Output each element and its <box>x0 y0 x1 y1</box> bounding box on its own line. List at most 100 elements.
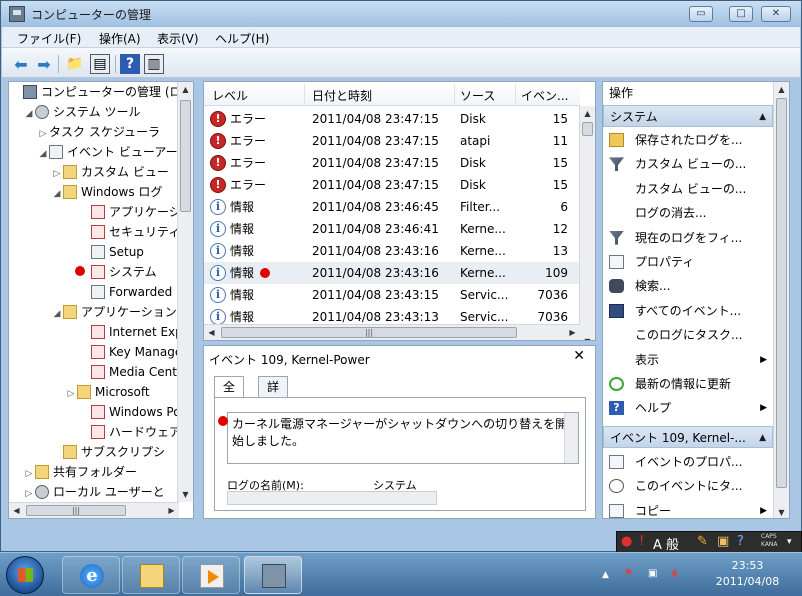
event-row[interactable]: ! エラー 2011/04/08 23:47:15 Disk 15 <box>204 152 580 174</box>
system-clock[interactable]: 23:53 2011/04/08 <box>700 558 795 590</box>
action-item[interactable]: 保存されたログを... <box>603 128 773 152</box>
scroll-up-icon[interactable]: ▲ <box>774 82 789 97</box>
action-item[interactable]: ログの消去... <box>603 201 773 225</box>
event-row[interactable]: i 情報 2011/04/08 23:46:41 Kerne... 12 <box>204 218 580 240</box>
expander-icon[interactable]: ◢ <box>51 184 63 204</box>
event-row[interactable]: ! エラー 2011/04/08 23:47:15 Disk 15 <box>204 174 580 196</box>
scroll-down-icon[interactable]: ▼ <box>178 487 193 502</box>
network-icon[interactable]: ▣ <box>648 568 662 582</box>
column-separator[interactable] <box>304 84 305 104</box>
column-event-id[interactable]: イベン... <box>521 87 568 104</box>
tree-item[interactable]: Key Manage <box>79 342 182 362</box>
tab-general[interactable]: 全般 <box>214 376 245 414</box>
event-row[interactable]: ! エラー 2011/04/08 23:47:15 Disk 15 <box>204 108 580 130</box>
minimize-button[interactable]: ▭ <box>689 6 713 22</box>
tree-item[interactable]: システム <box>79 262 157 282</box>
menu-help[interactable]: ヘルプ(H) <box>215 30 269 47</box>
expander-icon[interactable]: ▷ <box>23 464 35 484</box>
tree-vertical-scrollbar[interactable]: ▲ ▼ <box>177 82 193 502</box>
maximize-button[interactable]: □ <box>729 6 753 22</box>
scroll-right-icon[interactable]: ▶ <box>164 503 179 518</box>
show-hide-action-icon[interactable]: ▥ <box>144 54 164 74</box>
action-center-icon[interactable]: ⚑ <box>624 568 638 582</box>
event-row[interactable]: i 情報 2011/04/08 23:46:45 Filter... 6 <box>204 196 580 218</box>
event-description[interactable]: カーネル電源マネージャーがシャットダウンへの切り替えを開始しました。 <box>227 412 579 464</box>
description-scrollbar[interactable] <box>564 413 578 463</box>
ime-pad-icon[interactable]: ! <box>639 534 644 549</box>
help-icon[interactable]: ? <box>120 54 140 74</box>
taskbar-internet-explorer[interactable]: e <box>62 556 120 594</box>
taskbar-windows-explorer[interactable] <box>122 556 180 594</box>
column-separator[interactable] <box>454 84 455 104</box>
events-horizontal-scrollbar[interactable]: ◀ ||| ▶ <box>204 324 580 340</box>
tree-item[interactable]: ▷ Microsoft <box>65 382 150 402</box>
scroll-left-icon[interactable]: ◀ <box>9 503 24 518</box>
action-item[interactable]: イベントのプロパ... <box>603 450 773 474</box>
scroll-up-icon[interactable]: ▲ <box>580 106 595 121</box>
action-item[interactable]: このイベントにタ... <box>603 474 773 498</box>
close-icon[interactable]: ✕ <box>573 348 585 364</box>
ime-input-mode[interactable]: A 般 <box>653 534 679 553</box>
scroll-thumb[interactable] <box>582 122 593 136</box>
expander-icon[interactable]: ◢ <box>23 104 35 124</box>
tree-item[interactable]: Internet Exp <box>79 322 183 342</box>
tree-item[interactable]: ◢ アプリケーション <box>51 302 177 322</box>
expander-icon[interactable]: ▷ <box>23 484 35 504</box>
actions-group-system[interactable]: システム ▲ <box>603 105 773 127</box>
menu-view[interactable]: 表示(V) <box>157 30 199 47</box>
expander-icon[interactable]: ▷ <box>65 384 77 404</box>
expander-icon[interactable]: ▷ <box>37 124 49 144</box>
close-button[interactable]: ✕ <box>761 6 791 22</box>
tree-item[interactable]: ▷ タスク スケジューラ <box>37 122 160 142</box>
tree-item[interactable]: Setup <box>79 242 144 262</box>
actions-vertical-scrollbar[interactable]: ▲ ▼ <box>773 82 789 518</box>
action-item[interactable]: 検索... <box>603 274 773 298</box>
tab-details[interactable]: 詳細 <box>258 376 289 414</box>
scroll-left-icon[interactable]: ◀ <box>204 325 219 340</box>
action-item[interactable]: 表示 ▶ <box>603 348 773 372</box>
collapse-icon[interactable]: ▲ <box>759 427 766 449</box>
tree-item[interactable]: ▷ ローカル ユーザーと <box>23 482 165 502</box>
action-item[interactable]: プロパティ <box>603 250 773 274</box>
scroll-thumb[interactable]: ||| <box>221 327 517 338</box>
ime-mode-icon[interactable]: ● <box>621 534 632 549</box>
volume-icon[interactable]: ◖ <box>672 568 686 582</box>
scroll-down-icon[interactable]: ▼ <box>580 334 595 340</box>
scroll-thumb[interactable] <box>180 100 191 212</box>
tree-item[interactable]: セキュリティ <box>79 222 180 242</box>
action-item[interactable]: カスタム ビューの... <box>603 177 773 201</box>
tree-item[interactable]: コンピューターの管理 (ロー <box>11 82 193 102</box>
back-arrow-icon[interactable]: ⬅ <box>11 54 31 74</box>
event-row[interactable]: i 情報 2011/04/08 23:43:15 Servic... 7036 <box>204 284 580 306</box>
tree-item[interactable]: ▷ 共有フォルダー <box>23 462 137 482</box>
action-item[interactable]: このログにタスク... <box>603 323 773 347</box>
menu-action[interactable]: 操作(A) <box>99 30 141 47</box>
column-level[interactable]: レベル <box>212 87 248 104</box>
expander-icon[interactable]: ▷ <box>51 164 63 184</box>
up-folder-icon[interactable]: 📁 <box>65 54 85 74</box>
event-row[interactable]: i 情報 2011/04/08 23:43:16 Kerne... 13 <box>204 240 580 262</box>
menu-file[interactable]: ファイル(F) <box>17 30 81 47</box>
collapse-icon[interactable]: ▲ <box>759 106 766 128</box>
action-item[interactable]: 最新の情報に更新 <box>603 372 773 396</box>
options-icon[interactable]: ▾ <box>787 537 792 547</box>
actions-group-event[interactable]: イベント 109, Kernel-... ▲ <box>603 426 773 448</box>
taskbar-media-player[interactable] <box>182 556 240 594</box>
scroll-thumb[interactable] <box>776 98 787 488</box>
tree-item[interactable]: ◢ イベント ビューアー <box>37 142 178 162</box>
scroll-up-icon[interactable]: ▲ <box>178 82 193 97</box>
tree-item[interactable]: アプリケーショ <box>79 202 193 222</box>
show-hidden-icons-icon[interactable]: ▲ <box>602 570 616 584</box>
general-horizontal-scrollbar[interactable] <box>227 491 437 505</box>
scroll-down-icon[interactable]: ▼ <box>774 505 789 518</box>
ime-dictionary-icon[interactable]: ▣ <box>717 534 729 549</box>
column-separator[interactable] <box>515 84 516 104</box>
tree-item[interactable]: Windows Po <box>79 402 181 422</box>
title-bar[interactable]: コンピューターの管理 ▭ □ ✕ <box>1 1 801 27</box>
tree-item[interactable]: Media Cente <box>79 362 184 382</box>
event-row[interactable]: ! エラー 2011/04/08 23:47:15 atapi 11 <box>204 130 580 152</box>
action-item[interactable]: コピー ▶ <box>603 499 773 518</box>
tree-item[interactable]: ◢ システム ツール <box>23 102 140 122</box>
scroll-thumb[interactable]: ||| <box>26 505 126 516</box>
expander-icon[interactable]: ◢ <box>37 144 49 164</box>
